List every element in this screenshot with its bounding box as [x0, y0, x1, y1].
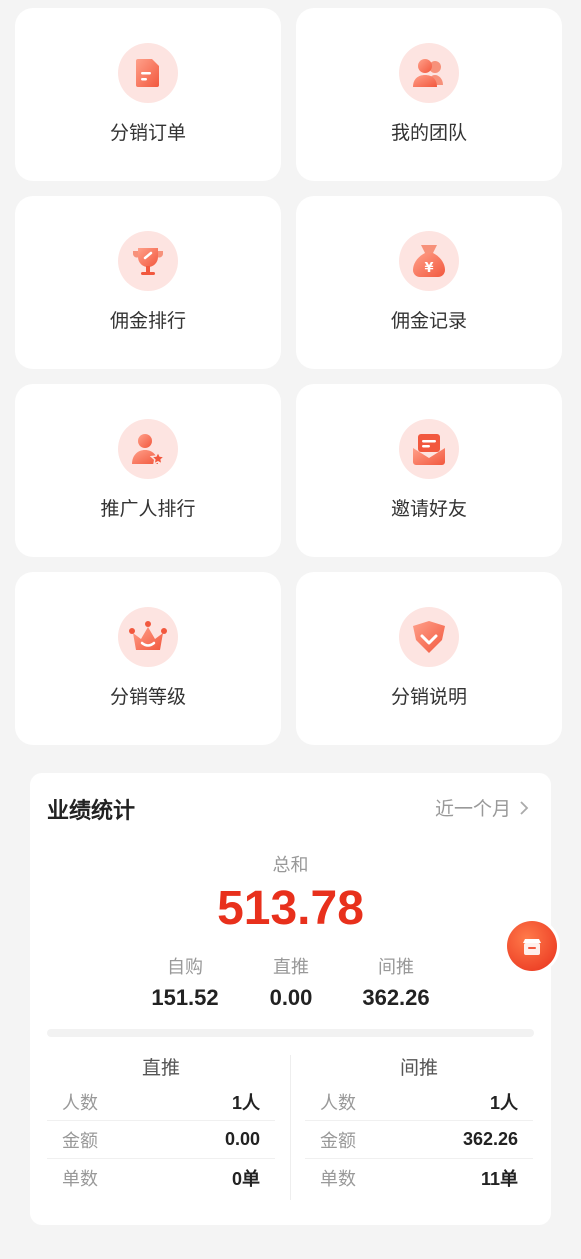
row-key: 金额 — [320, 1130, 356, 1151]
direct-breakdown: 直推 人数 1人 金额 0.00 单数 0单 — [47, 1053, 275, 1196]
direct-label: 直推 — [273, 957, 309, 977]
indirect-stat: 间推 362.26 — [341, 953, 451, 1011]
table-row: 单数 11单 — [305, 1159, 533, 1196]
menu-label: 佣金记录 — [390, 311, 467, 332]
total-label: 总和 — [272, 855, 309, 875]
menu-commission-ranking[interactable]: 佣金排行 — [15, 196, 281, 369]
shop-icon — [507, 921, 557, 971]
money-bag-icon: ¥ — [399, 231, 459, 291]
indirect-label: 间推 — [378, 957, 414, 977]
self-purchase-label: 自购 — [167, 957, 203, 977]
row-key: 单数 — [320, 1168, 356, 1189]
floating-shop-button[interactable] — [504, 918, 560, 974]
chevron-right-icon — [520, 800, 529, 815]
menu-invite-friends[interactable]: 邀请好友 — [296, 384, 562, 557]
menu-label: 我的团队 — [390, 123, 467, 144]
row-key: 人数 — [320, 1092, 356, 1113]
table-row: 金额 0.00 — [47, 1121, 275, 1159]
order-icon — [118, 43, 178, 103]
row-value: 11单 — [480, 1168, 518, 1189]
performance-stats-panel: 业绩统计 近一个月 总和 513.78 自购 151.52 直推 0.00 间推… — [30, 773, 551, 1225]
row-value: 0.00 — [224, 1129, 260, 1149]
menu-label: 佣金排行 — [109, 311, 186, 332]
indirect-breakdown-title: 间推 — [399, 1058, 438, 1079]
crown-icon — [118, 607, 178, 667]
menu-distribution-level[interactable]: 分销等级 — [15, 572, 281, 745]
panel-title: 业绩统计 — [47, 798, 136, 823]
menu-label: 分销说明 — [390, 687, 467, 708]
indirect-value: 362.26 — [362, 985, 430, 1010]
row-key: 人数 — [62, 1092, 98, 1113]
menu-label: 分销等级 — [109, 687, 186, 708]
table-row: 单数 0单 — [47, 1159, 275, 1196]
menu-distribution-orders[interactable]: 分销订单 — [15, 8, 281, 181]
row-key: 金额 — [62, 1130, 98, 1151]
row-value: 362.26 — [462, 1129, 518, 1149]
self-purchase-stat: 自购 151.52 — [130, 953, 240, 1011]
table-row: 金额 362.26 — [305, 1121, 533, 1159]
menu-commission-records[interactable]: ¥ 佣金记录 — [296, 196, 562, 369]
menu-my-team[interactable]: 我的团队 — [296, 8, 562, 181]
menu-promoter-ranking[interactable]: 推广人排行 — [15, 384, 281, 557]
table-row: 人数 1人 — [305, 1083, 533, 1121]
menu-label: 邀请好友 — [390, 499, 467, 520]
self-purchase-value: 151.52 — [151, 985, 219, 1010]
direct-value: 0.00 — [269, 985, 313, 1010]
section-divider — [47, 1029, 534, 1037]
row-value: 0单 — [231, 1168, 260, 1189]
row-key: 单数 — [62, 1168, 98, 1189]
table-row: 人数 1人 — [47, 1083, 275, 1121]
menu-distribution-description[interactable]: 分销说明 — [296, 572, 562, 745]
shield-chevron-icon — [399, 607, 459, 667]
menu-label: 分销订单 — [109, 123, 186, 144]
direct-breakdown-title: 直推 — [141, 1058, 180, 1079]
invite-envelope-icon — [399, 419, 459, 479]
column-divider — [290, 1055, 291, 1200]
indirect-breakdown: 间推 人数 1人 金额 362.26 单数 11单 — [305, 1053, 533, 1196]
trophy-icon — [118, 231, 178, 291]
menu-grid: 分销订单 我的团队 佣金排行 ¥ 佣金记录 推广人排行 邀请好友 分销等级 分销… — [15, 8, 562, 745]
team-icon — [399, 43, 459, 103]
svg-text:¥: ¥ — [424, 261, 433, 276]
promoter-icon — [118, 419, 178, 479]
row-value: 1人 — [489, 1092, 518, 1113]
period-label: 近一个月 — [434, 799, 511, 820]
menu-label: 推广人排行 — [100, 499, 196, 520]
period-selector[interactable]: 近一个月 — [435, 794, 529, 821]
total-value: 513.78 — [217, 882, 364, 935]
row-value: 1人 — [231, 1092, 260, 1113]
direct-stat: 直推 0.00 — [236, 953, 346, 1011]
